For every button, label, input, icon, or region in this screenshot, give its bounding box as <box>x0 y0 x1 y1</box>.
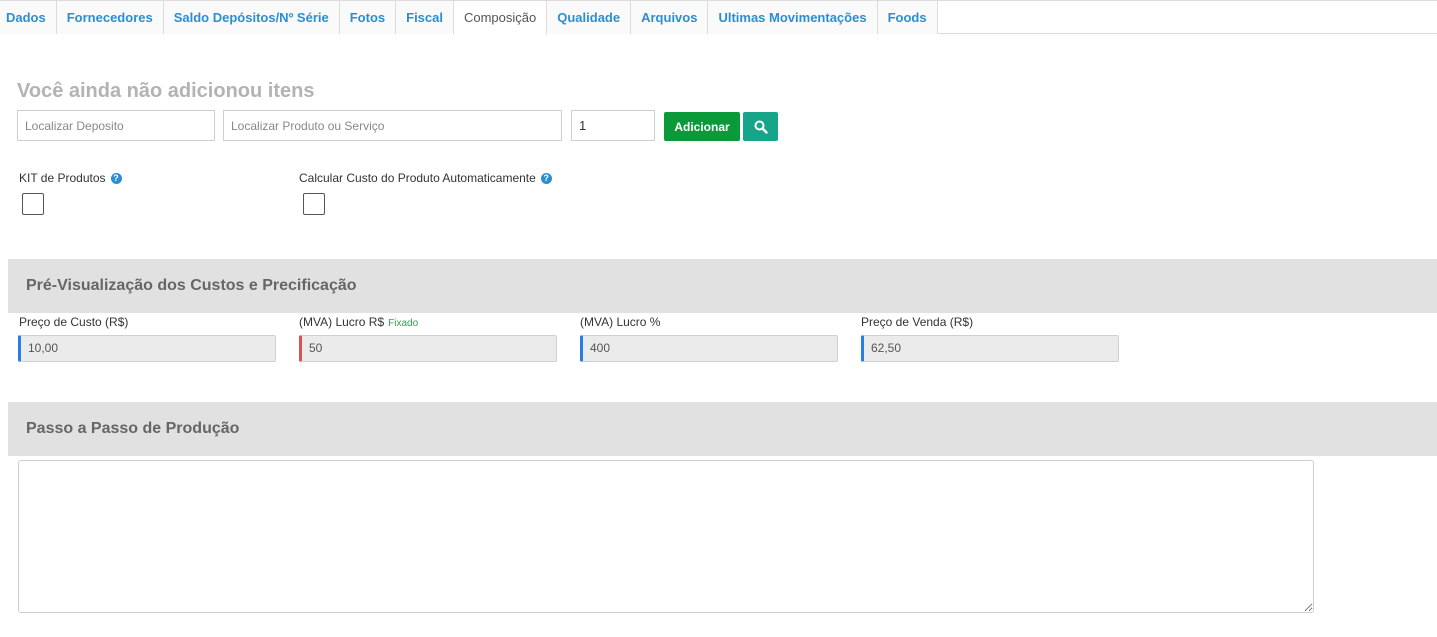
kit-checkbox[interactable] <box>22 193 44 215</box>
help-icon[interactable]: ? <box>110 172 122 184</box>
tab-foods[interactable]: Foods <box>877 1 938 34</box>
quantity-input[interactable] <box>571 110 655 141</box>
tab-composicao[interactable]: Composição <box>453 1 548 35</box>
deposit-search-input[interactable] <box>17 110 215 141</box>
add-item-button[interactable]: Adicionar <box>664 112 740 141</box>
empty-items-title: Você ainda não adicionou itens <box>17 80 315 102</box>
production-section-title: Passo a Passo de Produção <box>26 420 240 437</box>
profit-amount-label: (MVA) Lucro R$ <box>299 315 385 329</box>
tab-saldo-depositos[interactable]: Saldo Depósitos/Nº Série <box>163 1 340 34</box>
search-button[interactable] <box>743 112 778 141</box>
fixed-badge: Fixado <box>388 318 419 329</box>
tab-arquivos[interactable]: Arquivos <box>631 1 709 34</box>
cost-price-label: Preço de Custo (R$) <box>19 315 129 329</box>
tab-dados[interactable]: Dados <box>0 1 57 34</box>
tab-fotos[interactable]: Fotos <box>339 1 397 34</box>
auto-cost-label-group: Calcular Custo do Produto Automaticament… <box>299 171 552 185</box>
tab-qualidade[interactable]: Qualidade <box>547 1 632 34</box>
profit-percent-label: (MVA) Lucro % <box>580 315 661 329</box>
tab-ultimas-movimentacoes[interactable]: Ultimas Movimentações <box>708 1 878 34</box>
production-steps-textarea[interactable] <box>18 460 1314 613</box>
profit-amount-label-group: (MVA) Lucro R$ Fixado <box>299 315 418 329</box>
cost-price-field: 10,00 <box>18 335 276 362</box>
production-section-header: Passo a Passo de Produção <box>8 402 1437 456</box>
profit-amount-field: 50 <box>299 335 557 362</box>
auto-cost-label: Calcular Custo do Produto Automaticament… <box>299 171 536 185</box>
kit-label: KIT de Produtos <box>19 171 106 185</box>
pricing-section-header: Pré-Visualização dos Custos e Precificaç… <box>8 259 1437 313</box>
search-icon <box>754 120 768 134</box>
tab-bar: Dados Fornecedores Saldo Depósitos/Nº Sé… <box>0 0 1437 35</box>
auto-cost-checkbox[interactable] <box>303 193 325 215</box>
tab-fornecedores[interactable]: Fornecedores <box>56 1 164 34</box>
pricing-section-title: Pré-Visualização dos Custos e Precificaç… <box>26 277 357 294</box>
kit-label-group: KIT de Produtos ? <box>19 171 122 185</box>
profit-percent-field: 400 <box>580 335 838 362</box>
help-icon[interactable]: ? <box>540 172 552 184</box>
sale-price-field: 62,50 <box>861 335 1119 362</box>
sale-price-label: Preço de Venda (R$) <box>861 315 974 329</box>
tab-fiscal[interactable]: Fiscal <box>396 1 454 34</box>
product-search-input[interactable] <box>223 110 562 141</box>
